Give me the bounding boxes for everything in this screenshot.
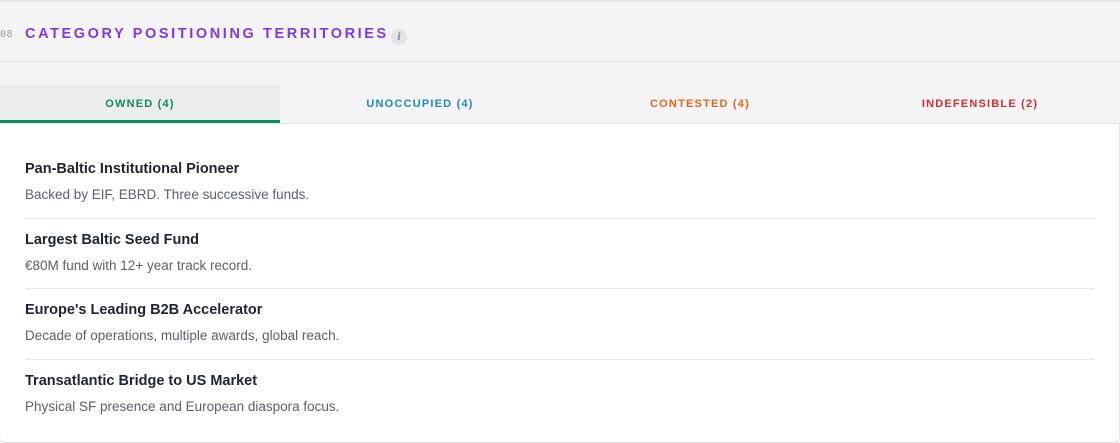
item-description: Decade of operations, multiple awards, g…: [25, 328, 340, 343]
item-title: Europe's Leading B2B Accelerator: [25, 302, 263, 318]
tab-label: INDEFENSIBLE (2): [921, 98, 1039, 110]
section-title: CATEGORY POSITIONING TERRITORIES: [25, 26, 389, 42]
item-description: Backed by EIF, EBRD. Three successive fu…: [25, 187, 310, 202]
list-item: Largest Baltic Seed Fund €80M fund with …: [25, 232, 1095, 302]
item-title: Pan-Baltic Institutional Pioneer: [25, 161, 240, 177]
section-header: 08 CATEGORY POSITIONING TERRITORIES i: [0, 4, 1120, 62]
list-item: Europe's Leading B2B Accelerator Decade …: [25, 302, 1095, 372]
item-title: Largest Baltic Seed Fund: [25, 232, 200, 248]
info-icon[interactable]: i: [391, 29, 407, 45]
territories-card: 08 CATEGORY POSITIONING TERRITORIES i OW…: [0, 0, 1120, 443]
tab-owned[interactable]: OWNED (4): [0, 85, 280, 123]
divider: [25, 359, 1095, 360]
section-number: 08: [0, 29, 14, 40]
tab-contested[interactable]: CONTESTED (4): [560, 85, 840, 123]
item-title: Transatlantic Bridge to US Market: [25, 373, 258, 389]
tab-bar: OWNED (4) UNOCCUPIED (4) CONTESTED (4) I…: [0, 85, 1120, 123]
divider: [25, 288, 1095, 289]
territory-list: Pan-Baltic Institutional Pioneer Backed …: [0, 123, 1120, 443]
tab-label: UNOCCUPIED (4): [366, 98, 474, 110]
tab-indefensible[interactable]: INDEFENSIBLE (2): [840, 85, 1120, 123]
tab-label: OWNED (4): [105, 98, 175, 110]
list-item: Transatlantic Bridge to US Market Physic…: [25, 373, 1095, 443]
item-description: Physical SF presence and European diaspo…: [25, 399, 340, 414]
item-description: €80M fund with 12+ year track record.: [25, 258, 252, 273]
tab-label: CONTESTED (4): [650, 98, 750, 110]
list-item: Pan-Baltic Institutional Pioneer Backed …: [25, 161, 1095, 231]
divider: [25, 218, 1095, 219]
tab-unoccupied[interactable]: UNOCCUPIED (4): [280, 85, 560, 123]
